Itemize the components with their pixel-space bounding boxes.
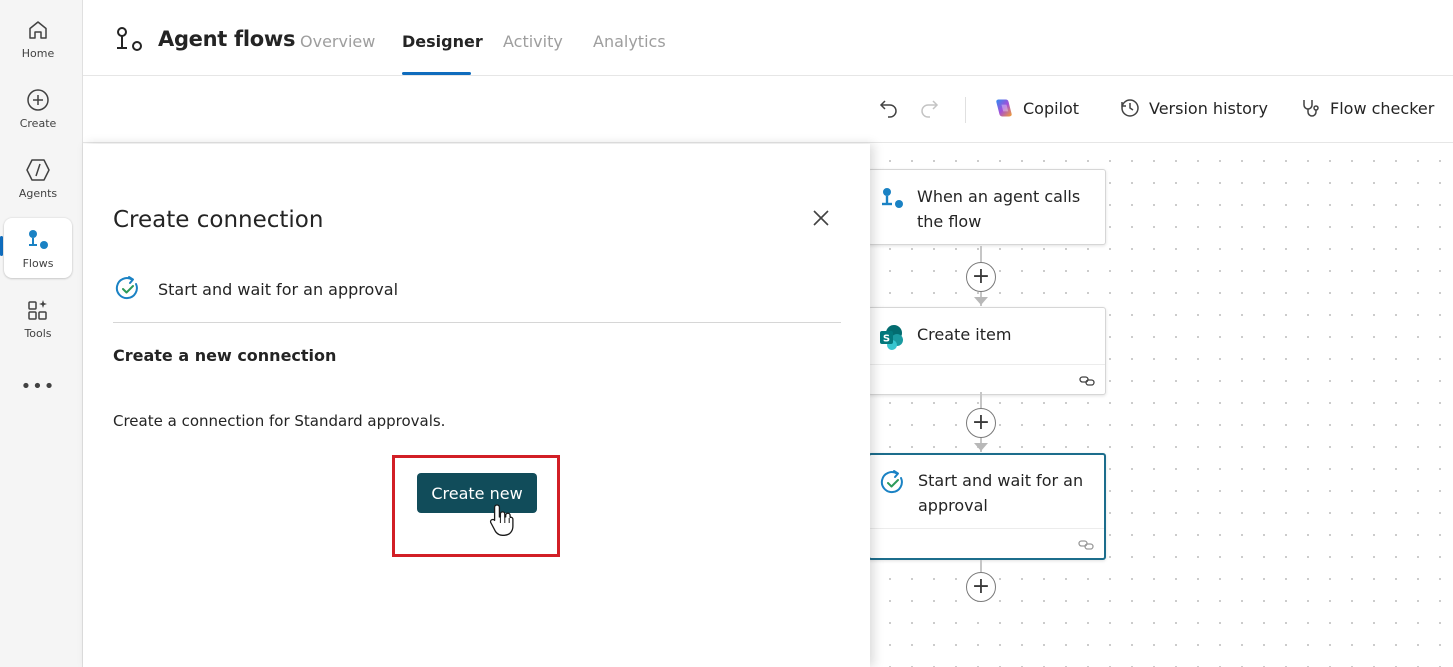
rail-item-label: Agents — [18, 187, 58, 200]
flow-node-trigger[interactable]: When an agent calls the flow — [868, 169, 1106, 245]
undo-icon — [878, 97, 900, 119]
tab-analytics[interactable]: Analytics — [593, 32, 666, 51]
rail-item-label: Home — [21, 47, 55, 60]
arrow-down-icon — [974, 297, 988, 305]
top-bar: Agent flows Overview Designer Activity A… — [83, 0, 1453, 76]
tab-overview[interactable]: Overview — [300, 32, 375, 51]
create-connection-panel: Create connection Start and wait for an … — [83, 144, 870, 667]
close-button[interactable] — [810, 207, 832, 229]
add-step-button[interactable]: + — [966, 262, 996, 292]
left-rail: Home Create Agents Flows Tools ••• — [0, 0, 76, 667]
arrow-down-icon — [974, 443, 988, 451]
designer-toolbar: Copilot Version history Flow checker — [83, 77, 1453, 143]
rail-item-label: Tools — [24, 327, 52, 340]
node-label: Start and wait for an approval — [918, 471, 1084, 515]
plus-circle-icon — [24, 86, 52, 114]
svg-text:S: S — [883, 334, 890, 345]
toolbar-divider — [965, 97, 966, 123]
add-step-button[interactable]: + — [966, 408, 996, 438]
redo-button[interactable] — [918, 97, 948, 119]
approval-icon — [113, 274, 143, 304]
main-area: Agent flows Overview Designer Activity A… — [82, 0, 1453, 667]
tab-activity[interactable]: Activity — [503, 32, 563, 51]
section-heading: Create a new connection — [113, 346, 337, 365]
page-title: Agent flows — [158, 27, 296, 51]
link-icon[interactable] — [1078, 537, 1094, 551]
flows-icon — [24, 226, 52, 254]
node-label: When an agent calls the flow — [917, 187, 1081, 231]
tools-icon — [24, 296, 52, 324]
approval-icon — [878, 468, 908, 498]
active-tab-indicator — [402, 72, 471, 75]
divider — [113, 322, 841, 323]
rail-item-tools[interactable]: Tools — [4, 288, 72, 348]
history-icon — [1119, 97, 1141, 119]
redo-icon — [918, 97, 940, 119]
create-new-button[interactable]: Create new — [417, 473, 537, 513]
connection-description: Create a connection for Standard approva… — [113, 412, 446, 430]
copilot-icon — [993, 97, 1015, 119]
link-icon[interactable] — [1079, 373, 1095, 387]
rail-item-agents[interactable]: Agents — [4, 148, 72, 208]
home-icon — [24, 16, 52, 44]
connector-line — [980, 560, 982, 572]
copilot-button[interactable]: Copilot — [993, 97, 1079, 119]
tab-designer[interactable]: Designer — [402, 32, 483, 51]
hand-cursor-icon — [488, 502, 516, 538]
flow-node-create-item[interactable]: S Create item — [868, 307, 1106, 395]
flow-node-approval[interactable]: Start and wait for an approval — [868, 453, 1106, 560]
rail-item-label: Flows — [22, 257, 54, 270]
node-footer — [869, 364, 1105, 394]
rail-item-flows[interactable]: Flows — [4, 218, 72, 278]
copilot-label: Copilot — [1023, 98, 1080, 118]
agent-flows-icon — [113, 24, 145, 56]
agents-icon — [24, 156, 52, 184]
sharepoint-icon: S — [877, 322, 907, 352]
stethoscope-icon — [1300, 97, 1322, 119]
close-icon — [813, 210, 829, 226]
more-icon[interactable]: ••• — [4, 372, 72, 400]
rail-active-indicator — [0, 236, 3, 256]
version-history-button[interactable]: Version history — [1119, 97, 1268, 119]
action-summary: Start and wait for an approval — [113, 274, 398, 304]
agent-trigger-icon — [877, 184, 907, 214]
rail-item-create[interactable]: Create — [4, 78, 72, 138]
version-history-label: Version history — [1149, 98, 1268, 118]
panel-title: Create connection — [113, 207, 324, 233]
add-step-button[interactable]: + — [966, 572, 996, 602]
flow-checker-button[interactable]: Flow checker — [1300, 97, 1434, 119]
flow-checker-label: Flow checker — [1330, 98, 1435, 118]
node-footer — [870, 528, 1104, 558]
undo-button[interactable] — [878, 97, 908, 119]
action-label: Start and wait for an approval — [158, 279, 399, 299]
rail-item-label: Create — [19, 117, 57, 130]
node-label: Create item — [917, 325, 1012, 344]
rail-item-home[interactable]: Home — [4, 8, 72, 68]
